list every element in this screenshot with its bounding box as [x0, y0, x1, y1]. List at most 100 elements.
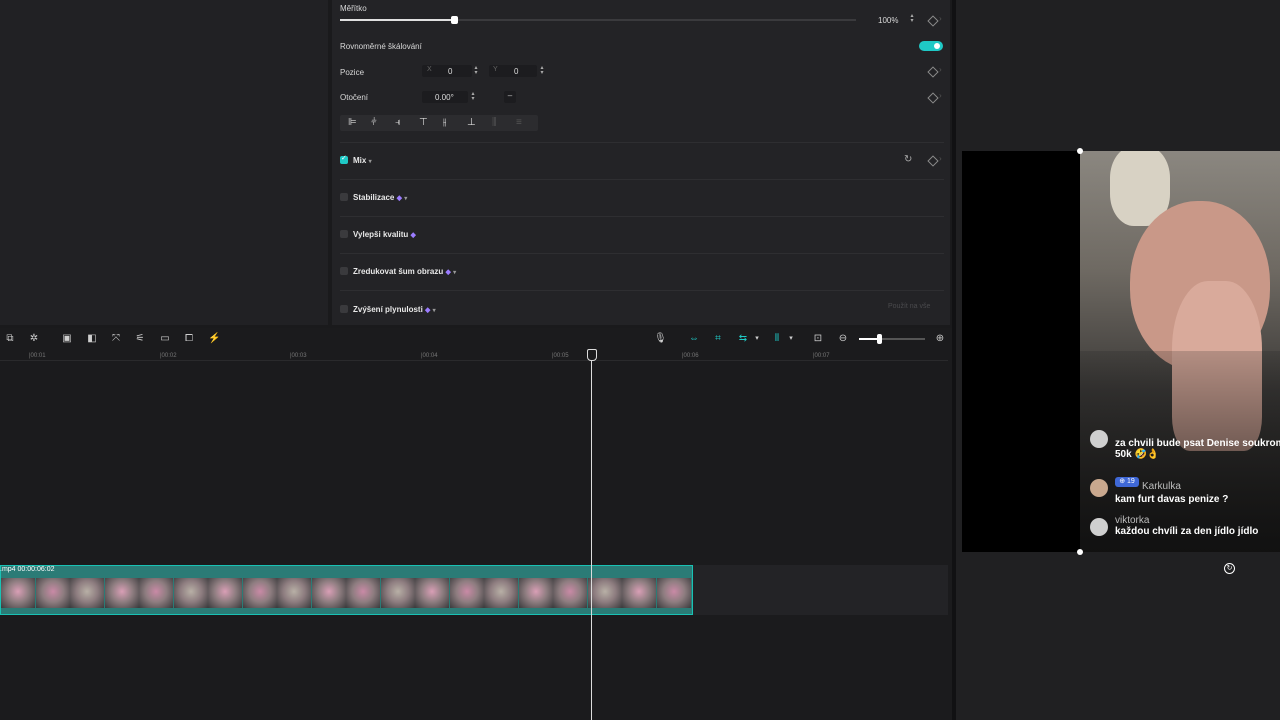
position-y-field[interactable]: Y 0 — [489, 65, 537, 77]
stabilize-caret-icon: ▾ — [404, 196, 408, 202]
position-label: Pozice — [340, 68, 365, 77]
zoom-slider-handle[interactable] — [876, 334, 882, 344]
mix-section[interactable]: Mix ▾ — [353, 156, 372, 165]
scale-value[interactable]: 100% — [878, 16, 898, 25]
mix-chevron-icon[interactable]: › — [939, 154, 942, 163]
distribute-h-icon[interactable]: ⫼ — [492, 117, 497, 128]
align-center-h-icon[interactable]: ⫩ — [371, 117, 377, 128]
smooth-caret-icon: ▾ — [432, 308, 436, 314]
align-left-icon[interactable]: ⊫ — [348, 117, 357, 128]
premium-gem-icon: ◆ — [425, 307, 431, 314]
smooth-section[interactable]: Zvýšení plynulosti ◆ ▾ — [353, 305, 436, 314]
clip-thumbnail — [656, 578, 691, 608]
divider — [340, 216, 944, 217]
enhance-checkbox[interactable] — [340, 230, 348, 238]
resize-handle[interactable] — [1077, 549, 1083, 555]
scale-slider[interactable] — [340, 16, 856, 24]
avatar — [1090, 518, 1108, 536]
clip-thumbnail — [35, 578, 70, 608]
transform-icon[interactable]: ⤧ — [110, 333, 122, 345]
clip-label: .mp4 00:00:06:02 — [0, 566, 55, 573]
magnet-icon[interactable]: ⌗ — [710, 333, 726, 345]
stabilize-section[interactable]: Stabilizace ◆ ▾ — [353, 193, 407, 202]
hd-icon[interactable]: ▭ — [159, 333, 171, 345]
preview-axis-icon[interactable]: ⫴ — [769, 333, 785, 345]
freeze-frame-icon[interactable]: ▣ — [61, 333, 73, 345]
resize-handle[interactable] — [1077, 148, 1083, 154]
clip-thumbnail — [380, 578, 415, 608]
y-value: 0 — [514, 67, 519, 76]
wand-icon[interactable]: ⚟ — [134, 333, 146, 345]
clip-thumbnail — [518, 578, 553, 608]
ruler-tick-label: |00:06 — [682, 353, 699, 359]
divider — [340, 290, 944, 291]
snap-icon[interactable]: ⇆ — [735, 333, 751, 345]
clip-thumbnail — [242, 578, 277, 608]
enhance-section[interactable]: Vylepši kvalitu ◆ — [353, 230, 416, 239]
smooth-label: Zvýšení plynulosti — [353, 305, 423, 314]
clip-thumbnail — [484, 578, 518, 608]
rotation-reset-button[interactable]: – — [504, 91, 516, 103]
align-right-icon[interactable]: ⫣ — [395, 117, 401, 128]
scale-chevron-icon[interactable]: › — [939, 14, 942, 23]
stabilize-checkbox[interactable] — [340, 193, 348, 201]
denoise-checkbox[interactable] — [340, 267, 348, 275]
align-center-v-icon[interactable]: ⫲ — [443, 117, 446, 128]
position-chevron-icon[interactable]: › — [939, 65, 942, 74]
microphone-icon[interactable]: 🎙 — [654, 333, 667, 345]
crop-icon[interactable]: ⧉ — [4, 333, 16, 345]
playhead-handle[interactable] — [587, 349, 597, 361]
comment-3: viktorka každou chvíli za den jídlo jídl… — [1115, 515, 1280, 537]
comment-text: kam furt davas penize ? — [1115, 494, 1229, 505]
y-axis-label: Y — [493, 66, 498, 73]
scale-slider-handle[interactable] — [450, 16, 458, 24]
chevron-down-icon[interactable]: ▾ — [785, 333, 797, 345]
scale-keyframe-icon[interactable] — [927, 15, 939, 27]
mix-label: Mix — [353, 156, 367, 165]
badge-icon: ⊕ — [1119, 478, 1126, 485]
link-track-icon[interactable]: ⇔ — [686, 333, 702, 345]
align-top-icon[interactable]: ⊤ — [419, 117, 428, 128]
rotation-label: Otočení — [340, 93, 369, 102]
clip-thumbnail — [1, 578, 35, 608]
clip-thumbnail — [553, 578, 587, 608]
mirror-icon[interactable]: ◧ — [86, 333, 98, 345]
scale-stepper-icon[interactable]: ▴ ▾ — [908, 13, 916, 25]
clip-thumbnail — [415, 578, 449, 608]
mix-checkbox[interactable]: ✓ — [340, 155, 348, 164]
x-stepper-icon[interactable]: ▴ ▾ — [472, 65, 480, 77]
zoom-out-icon[interactable]: ⊖ — [837, 333, 849, 345]
magic-icon[interactable]: ✲ — [28, 333, 40, 345]
comment-author: viktorka — [1115, 515, 1150, 526]
mix-keyframe-icon[interactable] — [927, 155, 939, 167]
rotation-keyframe-icon[interactable] — [927, 92, 939, 104]
position-keyframe-icon[interactable] — [927, 66, 939, 78]
zoom-in-icon[interactable]: ⊕ — [934, 333, 946, 345]
distribute-v-icon[interactable]: ≡ — [516, 117, 522, 128]
uniform-scaling-label: Rovnoměrné škálování — [340, 42, 422, 51]
properties-panel: Měřítko 100% ▴ ▾ › Rovnoměrné škálování P… — [332, 0, 950, 325]
export-frame-icon[interactable]: ⧠ — [183, 333, 195, 345]
video-preview[interactable]: za chvili bude psat Denise soukrom 50k 🤣… — [1080, 151, 1280, 552]
apply-all-button[interactable]: Použít na vše — [888, 303, 930, 310]
uniform-scaling-toggle[interactable] — [919, 41, 943, 51]
align-bottom-icon[interactable]: ⊥ — [467, 117, 476, 128]
divider — [340, 179, 944, 180]
rotation-stepper-icon[interactable]: ▴ ▾ — [469, 91, 477, 103]
video-clip[interactable] — [0, 565, 693, 615]
caption-icon[interactable]: ⊡ — [812, 333, 824, 345]
position-x-field[interactable]: X 0 — [422, 65, 472, 77]
rotation-field[interactable]: 0.00° — [422, 91, 468, 103]
rotate-handle-icon[interactable]: ↻ — [1224, 563, 1235, 574]
zoom-slider[interactable] — [859, 334, 925, 344]
speed-icon[interactable]: ⚡ — [208, 333, 220, 345]
chevron-down-icon[interactable]: ▾ — [751, 333, 763, 345]
smooth-checkbox[interactable] — [340, 305, 348, 313]
premium-gem-icon: ◆ — [445, 269, 451, 276]
y-stepper-icon[interactable]: ▴ ▾ — [538, 65, 546, 77]
zoom-slider-fill — [859, 338, 879, 340]
denoise-section[interactable]: Zredukovat šum obrazu ◆ ▾ — [353, 267, 456, 276]
scale-label: Měřítko — [340, 4, 367, 13]
rotation-chevron-icon[interactable]: › — [939, 91, 942, 100]
mix-reset-icon[interactable]: ↻ — [904, 154, 912, 165]
